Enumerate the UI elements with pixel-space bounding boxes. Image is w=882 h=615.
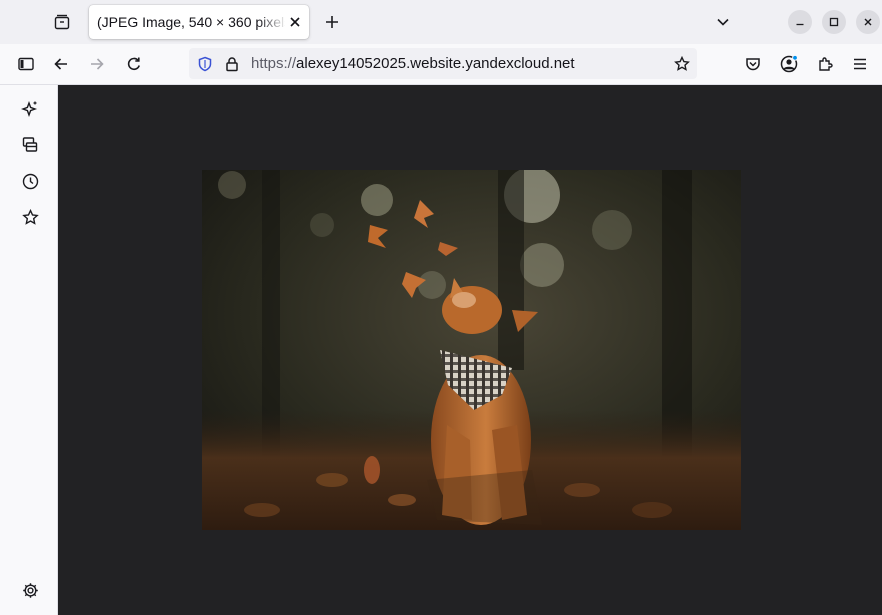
plus-icon [326,16,338,28]
sidebar-item-ai-chatbot[interactable] [16,95,44,123]
tab-jpeg-image[interactable]: (JPEG Image, 540 × 360 pixels) [89,5,309,39]
minimize-icon [796,23,804,26]
chevron-down-icon [717,18,729,26]
maximize-icon [829,17,839,27]
lock-icon [226,57,238,72]
forward-button[interactable] [83,50,111,78]
bookmark-star-button[interactable] [668,50,696,78]
image-viewer [58,85,882,615]
menu-button[interactable] [846,50,874,78]
puzzle-icon [819,57,833,71]
tracking-protection-button[interactable] [191,50,219,78]
close-window-button[interactable] [856,10,880,34]
site-info-button[interactable] [218,50,246,78]
extensions-button[interactable] [811,50,839,78]
close-tab-button[interactable] [283,10,307,34]
address-bar[interactable]: https://alexey14052025.website.yandexclo… [189,48,697,79]
minimize-button[interactable] [788,10,812,34]
tab-bar: (JPEG Image, 540 × 360 pixels) [0,0,882,44]
gear-icon [22,582,38,598]
sidebar-icon [18,57,34,71]
shield-icon [198,56,212,72]
reload-icon [127,57,140,71]
pocket-icon [746,58,760,71]
arrow-right-icon [91,58,104,70]
pocket-button[interactable] [739,50,767,78]
hamburger-menu-icon [854,58,866,70]
back-button[interactable] [47,50,75,78]
sidebar [0,85,58,615]
sidebar-item-history[interactable] [16,167,44,195]
list-all-tabs-button[interactable] [709,8,737,36]
sparkle-icon [21,100,38,118]
arrow-left-icon [54,58,67,70]
sidebar-item-synced-tabs[interactable] [16,131,44,159]
star-icon [674,56,690,71]
synced-tabs-icon [22,137,38,152]
sidebar-toggle-button[interactable] [12,50,40,78]
cat-photo [202,170,741,530]
firefox-view-icon [54,14,70,30]
url-host: alexey14052025.website.yandexcloud.net [296,55,575,72]
new-tab-button[interactable] [318,8,346,36]
navigation-toolbar: https://alexey14052025.website.yandexclo… [0,44,882,85]
cat-photo-image [202,170,741,530]
account-icon [780,55,798,73]
url-scheme: https:// [251,55,297,72]
maximize-button[interactable] [822,10,846,34]
star-icon [21,208,39,225]
reload-button[interactable] [120,50,148,78]
account-button[interactable] [775,50,803,78]
firefox-view-button[interactable] [48,8,76,36]
sidebar-settings-button[interactable] [16,576,44,604]
sidebar-item-bookmarks[interactable] [16,203,44,231]
clock-icon [22,173,38,189]
close-icon [290,17,300,27]
close-icon [864,18,872,26]
url-text[interactable]: https://alexey14052025.website.yandexclo… [251,48,575,79]
